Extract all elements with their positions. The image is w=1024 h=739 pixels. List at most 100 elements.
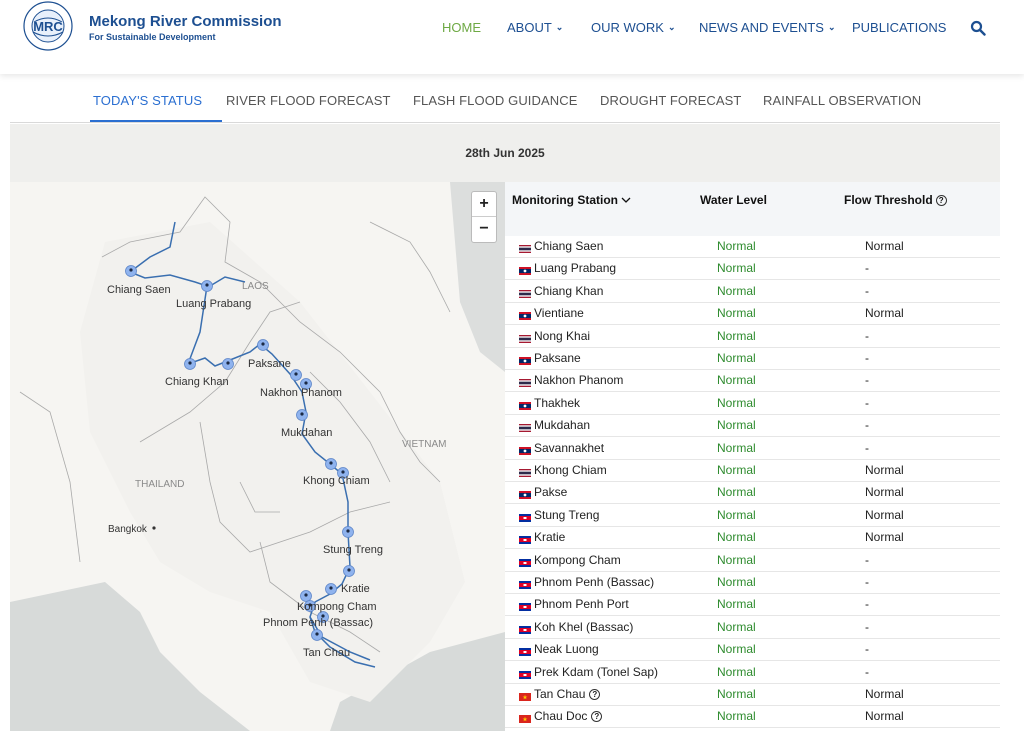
flag-icon bbox=[519, 287, 531, 298]
flow-threshold-cell: Normal bbox=[865, 507, 904, 522]
tab-bar: TODAY'S STATUS RIVER FLOOD FORECAST FLAS… bbox=[10, 80, 1000, 123]
water-level-cell: Normal bbox=[717, 575, 756, 589]
table-row[interactable]: Stung Treng Normal Normal bbox=[505, 505, 1000, 527]
flow-threshold-cell: - bbox=[865, 328, 869, 343]
table-row[interactable]: Chiang Saen Normal Normal bbox=[505, 236, 1000, 258]
water-level-cell: Normal bbox=[717, 373, 756, 388]
flag-icon bbox=[519, 578, 531, 589]
table-row[interactable]: Mukdahan Normal - bbox=[505, 415, 1000, 438]
zoom-in-button[interactable]: + bbox=[472, 192, 496, 217]
chevron-down-icon: ⌄ bbox=[827, 22, 836, 32]
tab-flash-flood-guidance[interactable]: FLASH FLOOD GUIDANCE bbox=[413, 93, 578, 108]
station-name-cell: Pakse bbox=[534, 485, 567, 499]
table-row[interactable]: Kompong Cham Normal - bbox=[505, 550, 1000, 572]
table-header: Monitoring Station Water Level Flow Thre… bbox=[505, 182, 1000, 236]
flag-icon bbox=[519, 556, 531, 567]
flow-threshold-cell: - bbox=[865, 373, 869, 388]
table-row[interactable]: Khong Chiam Normal Normal bbox=[505, 460, 1000, 482]
nav-publications[interactable]: PUBLICATIONS bbox=[852, 20, 946, 35]
station-name: Mukdahan bbox=[534, 418, 591, 433]
water-level-cell: Normal bbox=[717, 239, 756, 253]
header-monitoring-station[interactable]: Monitoring Station bbox=[512, 193, 631, 207]
flow-threshold-cell: - bbox=[865, 261, 869, 276]
table-row[interactable]: Vientiane Normal Normal bbox=[505, 303, 1000, 326]
station-name-cell: Nong Khai bbox=[534, 329, 590, 343]
flow-threshold-cell: Normal bbox=[865, 306, 904, 321]
flow-threshold-cell: - bbox=[865, 283, 869, 298]
station-name-cell: Stung Treng bbox=[534, 508, 599, 522]
chevron-down-icon bbox=[621, 197, 631, 203]
tab-todays-status[interactable]: TODAY'S STATUS bbox=[93, 93, 202, 108]
zoom-out-button[interactable]: − bbox=[472, 217, 496, 242]
table-row[interactable]: Paksane Normal - bbox=[505, 348, 1000, 370]
brand-title[interactable]: Mekong River Commission bbox=[89, 13, 282, 30]
table-row[interactable]: Kratie Normal Normal bbox=[505, 527, 1000, 550]
table-row[interactable]: Phnom Penh Port Normal - bbox=[505, 594, 1000, 617]
station-name: Chau Doc bbox=[534, 709, 588, 724]
country-label-vietnam: VIETNAM bbox=[402, 439, 446, 450]
help-icon[interactable]: ? bbox=[589, 688, 601, 700]
site-header: MRC Mekong River Commission For Sustaina… bbox=[0, 0, 1024, 74]
country-label-laos: LAOS bbox=[242, 281, 269, 292]
map-canvas[interactable]: LAOS THAILAND VIETNAM Bangkok Chiang Sae… bbox=[10, 182, 505, 731]
table-row[interactable]: Pakse Normal Normal bbox=[505, 482, 1000, 505]
mrc-logo[interactable]: MRC bbox=[16, 0, 80, 52]
nav-publications-label: PUBLICATIONS bbox=[852, 20, 947, 35]
search-icon[interactable] bbox=[970, 20, 986, 36]
station-name-cell: Paksane bbox=[534, 351, 581, 365]
flag-icon bbox=[519, 376, 531, 388]
station-name: Kratie bbox=[534, 530, 566, 545]
table-row[interactable]: Chau Doc? Normal Normal bbox=[505, 706, 1000, 729]
nav-news-events[interactable]: NEWS AND EVENTS ⌄ bbox=[699, 20, 836, 35]
table-row[interactable]: Thakhek Normal - bbox=[505, 393, 1000, 415]
flow-threshold-cell: Normal bbox=[865, 485, 904, 500]
nav-our-work[interactable]: OUR WORK ⌄ bbox=[591, 20, 676, 35]
map-station-label: Kratie bbox=[341, 583, 370, 595]
table-row[interactable]: Neak Luong Normal - bbox=[505, 639, 1000, 662]
tab-river-flood-forecast[interactable]: RIVER FLOOD FORECAST bbox=[226, 93, 391, 108]
station-name-cell: Thakhek bbox=[534, 396, 580, 410]
flow-threshold-cell: - bbox=[865, 552, 869, 567]
city-label-bangkok: Bangkok bbox=[108, 524, 148, 535]
flow-threshold-cell: - bbox=[865, 440, 869, 455]
station-name-cell: Koh Khel (Bassac) bbox=[534, 620, 633, 634]
station-name: Nong Khai bbox=[534, 328, 591, 343]
nav-home[interactable]: HOME bbox=[442, 20, 481, 35]
brand-subtitle: For Sustainable Development bbox=[89, 32, 216, 42]
table-row[interactable]: Phnom Penh (Bassac) Normal - bbox=[505, 572, 1000, 594]
table-row[interactable]: Tan Chau? Normal Normal bbox=[505, 684, 1000, 706]
flag-icon bbox=[519, 600, 531, 612]
table-row[interactable]: Savannakhet Normal - bbox=[505, 438, 1000, 460]
water-level-cell: Normal bbox=[717, 328, 756, 343]
table-row[interactable]: Koh Khel (Bassac) Normal - bbox=[505, 617, 1000, 639]
station-name: Pakse bbox=[534, 485, 568, 500]
table-row[interactable]: Prek Kdam (Tonel Sap) Normal - bbox=[505, 662, 1000, 684]
table-row[interactable]: Nakhon Phanom Normal - bbox=[505, 370, 1000, 393]
header-water-level-label: Water Level bbox=[700, 193, 767, 207]
station-status-table: Monitoring Station Water Level Flow Thre… bbox=[505, 182, 1000, 731]
nav-about[interactable]: ABOUT ⌄ bbox=[507, 20, 563, 35]
station-name-cell: Savannakhet bbox=[534, 441, 604, 455]
station-name-cell: Tan Chau? bbox=[534, 687, 601, 701]
table-row[interactable]: Luang Prabang Normal - bbox=[505, 258, 1000, 281]
tab-rainfall-observation[interactable]: RAINFALL OBSERVATION bbox=[763, 93, 921, 108]
station-name: Luang Prabang bbox=[534, 261, 617, 276]
water-level-cell: Normal bbox=[717, 440, 756, 455]
flow-threshold-cell: - bbox=[865, 418, 869, 433]
country-label-thailand: THAILAND bbox=[135, 479, 184, 490]
map-station-label: Chiang Khan bbox=[165, 376, 229, 388]
flag-icon bbox=[519, 668, 531, 679]
station-name: Phnom Penh (Bassac) bbox=[534, 575, 655, 589]
table-row[interactable]: Nong Khai Normal - bbox=[505, 326, 1000, 348]
help-icon[interactable]: ? bbox=[591, 710, 603, 722]
water-level-cell: Normal bbox=[717, 597, 756, 612]
map-station-label: Kompong Cham bbox=[297, 601, 377, 613]
table-row[interactable]: Chiang Khan Normal - bbox=[505, 281, 1000, 303]
tab-drought-forecast[interactable]: DROUGHT FORECAST bbox=[600, 93, 741, 108]
chevron-down-icon: ⌄ bbox=[667, 22, 676, 32]
help-icon[interactable]: ? bbox=[935, 194, 947, 206]
station-map[interactable]: LAOS THAILAND VIETNAM Bangkok Chiang Sae… bbox=[10, 182, 505, 731]
city-marker bbox=[152, 526, 156, 530]
station-name: Chiang Saen bbox=[534, 239, 604, 253]
flag-icon bbox=[519, 690, 531, 701]
